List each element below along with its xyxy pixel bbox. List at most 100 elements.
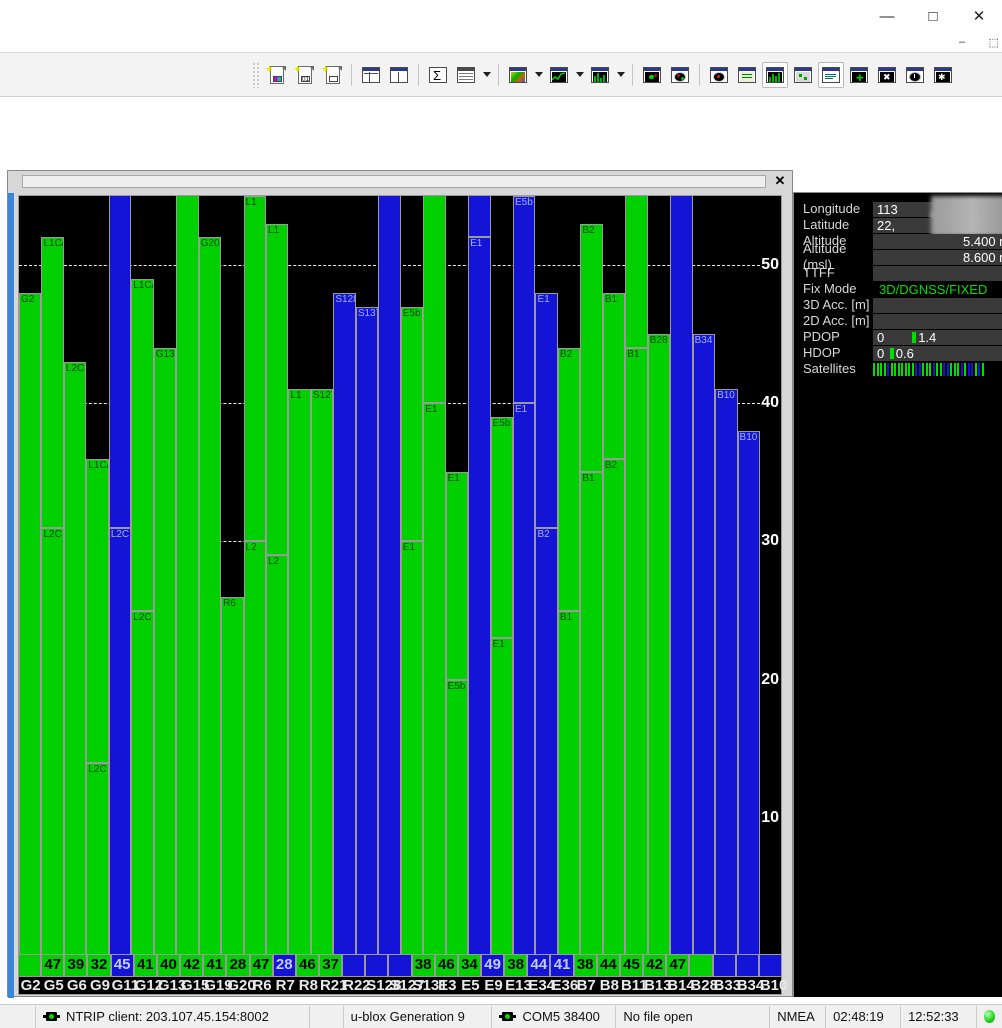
status-file[interactable]: No file open <box>615 1005 771 1028</box>
signal-segment-G6-L2C: L2C <box>63 361 87 954</box>
chart-window-titlebar[interactable]: ✕ <box>8 171 792 193</box>
satellite-bar-R22[interactable]: S128 <box>333 196 356 954</box>
satellite-id-G6: G6 <box>66 977 87 994</box>
chart-view-icon[interactable] <box>546 62 572 88</box>
signal-segment-E34-E5b: E5b <box>513 196 536 404</box>
cn0-primary: 38 <box>576 956 594 973</box>
signal-label: B34 <box>694 335 713 347</box>
packet-console-icon[interactable]: ✚ <box>846 62 872 88</box>
satellite-bar-B28[interactable]: B33 <box>670 196 693 954</box>
satellite-bar-E5[interactable]: E1 E5b <box>445 196 469 954</box>
histogram-view-dropdown[interactable] <box>614 62 627 88</box>
satellite-bar-B11[interactable]: B1 B2 <box>602 196 626 954</box>
split-horizontal-icon[interactable] <box>358 62 384 88</box>
chart-view-dropdown[interactable] <box>573 62 586 88</box>
signal-segment-E5-E5b: E5b <box>445 679 469 954</box>
satellite-bar-G15[interactable]: G19 <box>176 196 199 954</box>
histogram-view-icon[interactable] <box>587 62 613 88</box>
satellite-bar-B34[interactable]: B10 <box>715 196 738 954</box>
signal-label: B2 <box>537 528 550 540</box>
satellite-bar-E9[interactable]: E5bE1 <box>468 196 491 954</box>
sky-view-icon[interactable] <box>667 62 693 88</box>
cn0-primary: 41 <box>206 956 224 973</box>
clock-view-icon[interactable] <box>902 62 928 88</box>
satellite-bar-G12[interactable]: L1C/A L2C <box>131 196 154 954</box>
new-database-file-icon[interactable]: 01 ✦ <box>291 62 317 88</box>
signal-segment-R7-L2: L2 <box>266 555 289 954</box>
status-time-2-label: 12:52:33 <box>908 1009 959 1024</box>
sat-signal-bar <box>890 362 893 376</box>
chart-close-icon[interactable]: ✕ <box>773 174 787 188</box>
close-button[interactable]: ✕ <box>956 0 1002 32</box>
minimize-button[interactable]: — <box>864 0 910 32</box>
status-ntrip-client[interactable]: NTRIP client: 203.107.45.154:8002 <box>34 1005 310 1028</box>
satellite-bar-G13[interactable]: G13 <box>153 196 177 954</box>
satellite-bar-G2[interactable]: G2 <box>19 196 42 954</box>
satellite-bar-G5[interactable]: L1C/A L2C <box>41 196 64 954</box>
map-view-dropdown[interactable] <box>532 62 545 88</box>
sat-signal-bar <box>964 362 966 376</box>
satellite-bar-B7[interactable]: B2 B1 <box>557 196 581 954</box>
signal-label: B2 <box>559 349 573 360</box>
signal-segment-G12-L1C/A: L1C/A <box>131 278 154 611</box>
satellite-bar-E34[interactable]: E5b E1 <box>513 196 536 954</box>
satellite-bar-G20[interactable]: R6 <box>221 196 244 954</box>
satellite-bar-G9[interactable]: L1C/A L2C <box>86 196 109 954</box>
status-protocol[interactable]: NMEA <box>769 1005 827 1028</box>
satellite-bar-G6[interactable]: L2C <box>63 196 87 954</box>
toolbar-grip[interactable] <box>252 61 260 88</box>
satellite-bar-E13[interactable]: E5b E1 <box>490 196 513 954</box>
mdi-maximize-button[interactable]: ⬚ <box>989 36 999 49</box>
y-axis-tick-10: 10 <box>761 808 779 826</box>
sat-signal-bar <box>901 362 903 376</box>
sat-signal-bar <box>929 362 931 376</box>
scatter-plot-icon[interactable] <box>790 62 816 88</box>
signal-label: B1 <box>604 293 618 305</box>
satellite-bar-E36[interactable]: E1 B2 <box>535 196 558 954</box>
satellite-bar-R7[interactable]: L1 L2 <box>266 196 289 954</box>
mdi-restore-button[interactable]: – <box>959 36 965 48</box>
signal-segment-B11-B1: B1 <box>602 292 626 459</box>
table-view-dropdown[interactable] <box>480 62 493 88</box>
signal-segment-E3-E5b: E5b <box>423 196 446 404</box>
satellite-bar-S128[interactable]: S137 <box>355 196 379 954</box>
new-log-file-icon[interactable]: ✦ <box>319 62 345 88</box>
text-console-icon[interactable] <box>818 61 844 88</box>
svinfo-bars-icon[interactable] <box>762 61 788 88</box>
statistic-view-icon[interactable]: Σ <box>425 62 451 88</box>
satellite-bar-B8[interactable]: B2 B1 <box>580 196 603 954</box>
satellite-bar-E3[interactable]: E5bE1 <box>423 196 446 954</box>
maximize-button[interactable]: □ <box>910 0 956 32</box>
table-view-icon[interactable] <box>453 62 479 88</box>
new-config-file-icon[interactable]: ✦ <box>263 62 289 88</box>
satellite-bar-B13[interactable]: B2B1 <box>625 196 648 954</box>
satellite-bar-R21[interactable]: S127 <box>310 196 334 954</box>
binary-console-icon[interactable]: ✖ <box>874 62 900 88</box>
status-receiver[interactable]: u-blox Generation 9 <box>342 1005 493 1028</box>
satellite-bar-B14[interactable]: B28 <box>647 196 671 954</box>
status-port[interactable]: COM5 38400 <box>491 1005 617 1028</box>
deviation-map-icon[interactable] <box>639 62 665 88</box>
message-view-icon[interactable]: ✱ <box>930 62 956 88</box>
cn0-primary: 42 <box>183 956 200 973</box>
satellite-id-B33: B33 <box>713 977 742 994</box>
satellite-bar-G11[interactable]: L1C/AL2C <box>108 196 132 954</box>
satellite-bar-G19[interactable]: G20 <box>198 196 222 954</box>
compass-view-icon[interactable] <box>706 62 732 88</box>
serial-plug-icon <box>499 1012 517 1021</box>
info-value-acc-3d <box>873 297 1002 313</box>
cn0-primary: 45 <box>623 956 640 973</box>
satellite-bar-S127[interactable]: E5b <box>378 196 401 954</box>
satellite-bar-B33[interactable]: B34 <box>692 196 716 954</box>
satellite-bar-S131[interactable]: E5b E1 <box>400 196 424 954</box>
split-vertical-icon[interactable] <box>386 62 412 88</box>
map-view-icon[interactable] <box>505 62 531 88</box>
data-view-icon[interactable] <box>734 62 760 88</box>
status-gap-1 <box>308 1005 344 1028</box>
satellite-id-G9: G9 <box>90 977 111 994</box>
satellite-bar-R6[interactable]: L1 L2 <box>243 196 266 954</box>
satellite-bar-B10[interactable]: B10 <box>737 196 760 954</box>
satellite-id-S128: S128 <box>366 977 402 994</box>
signal-segment-G9-L2C: L2C <box>86 762 109 954</box>
satellite-bar-R8[interactable]: L1 <box>288 196 311 954</box>
